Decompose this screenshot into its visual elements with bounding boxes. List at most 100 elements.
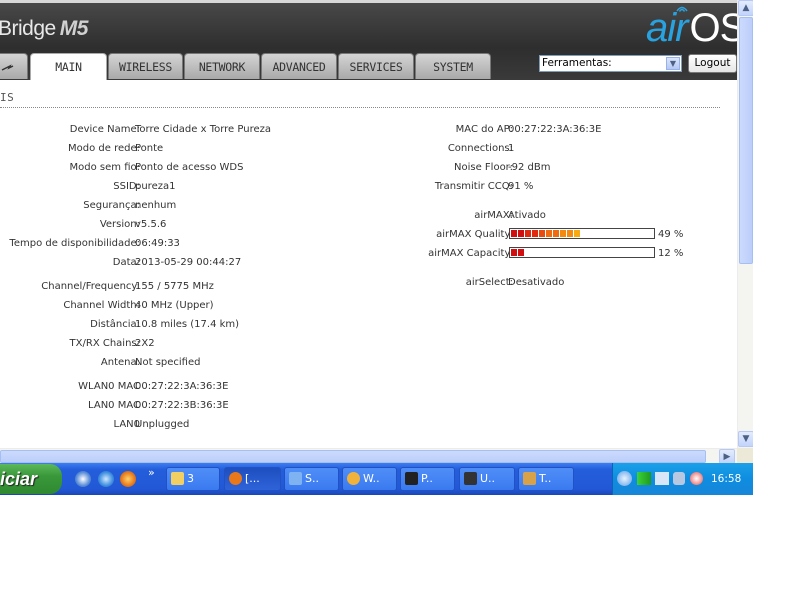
antenna-value: Not specified bbox=[135, 357, 201, 368]
taskbar-item-folder[interactable]: 3 bbox=[166, 467, 220, 491]
tools-dropdown[interactable]: Ferramentas: ▼ bbox=[539, 55, 682, 72]
volume-icon[interactable] bbox=[673, 472, 685, 485]
tab-wireless[interactable]: WIRELESS bbox=[108, 53, 183, 79]
level-segment bbox=[518, 249, 524, 256]
airmax-capacity-label: airMAX Capacity: bbox=[428, 248, 513, 259]
taskbar-item-media[interactable]: W.. bbox=[342, 467, 397, 491]
wlan0-mac-value: 00:27:22:3A:36:3E bbox=[135, 381, 229, 392]
noise-floor-label: Noise Floor: bbox=[454, 162, 513, 173]
main-tabs: MAIN WIRELESS NETWORK ADVANCED SERVICES … bbox=[0, 52, 500, 80]
taskbar-item-terminal[interactable]: U.. bbox=[459, 467, 515, 491]
ap-mac-label: MAC do AP: bbox=[455, 124, 513, 135]
level-segment bbox=[518, 230, 524, 237]
airmax-capacity-bar bbox=[509, 247, 655, 258]
network-mode-value: Ponte bbox=[135, 143, 164, 154]
airmax-capacity-percent: 12 % bbox=[658, 248, 684, 259]
firefox-icon bbox=[229, 472, 242, 485]
document-icon bbox=[289, 472, 302, 485]
tab-main[interactable]: MAIN bbox=[30, 53, 107, 80]
console-icon bbox=[405, 472, 418, 485]
clock[interactable]: 16:58 bbox=[711, 473, 741, 485]
quicklaunch-firefox-icon[interactable] bbox=[120, 471, 136, 487]
section-divider bbox=[0, 107, 720, 108]
horizontal-scroll-thumb[interactable] bbox=[0, 450, 706, 463]
airmax-quality-bar bbox=[509, 228, 655, 239]
tab-network[interactable]: NETWORK bbox=[184, 53, 260, 79]
task-label: T.. bbox=[539, 472, 552, 485]
task-label: [... bbox=[245, 472, 260, 485]
wireless-mode-value: Ponto de acesso WDS bbox=[135, 162, 244, 173]
section-title: IS bbox=[0, 91, 15, 104]
level-segment bbox=[525, 230, 531, 237]
header-top-border bbox=[0, 0, 737, 3]
media-icon bbox=[347, 472, 360, 485]
task-label: 3 bbox=[187, 472, 194, 485]
horizontal-scrollbar[interactable]: ▶ bbox=[0, 448, 737, 464]
wireless-mode-label: Modo sem fio: bbox=[69, 162, 140, 173]
tray-expand-icon[interactable] bbox=[617, 471, 632, 486]
airmax-quality-label: airMAX Quality: bbox=[436, 229, 513, 240]
quicklaunch-ie-icon[interactable] bbox=[98, 471, 114, 487]
taskbar-item-document[interactable]: S.. bbox=[284, 467, 339, 491]
tab-ubnt-logo[interactable] bbox=[0, 53, 28, 79]
ap-mac-value: 00:27:22:3A:36:3E bbox=[508, 124, 602, 135]
lan0-mac-value: 00:27:22:3B:36:3E bbox=[135, 400, 229, 411]
date-value: 2013-05-29 00:44:27 bbox=[135, 257, 242, 268]
product-model: M5 bbox=[59, 17, 89, 40]
start-button[interactable]: iciar bbox=[0, 464, 62, 494]
logout-button[interactable]: Logout bbox=[688, 54, 737, 73]
security-alert-icon[interactable] bbox=[690, 472, 703, 485]
txrx-chains-label: TX/RX Chains: bbox=[69, 338, 140, 349]
scroll-right-icon[interactable]: ▶ bbox=[719, 449, 735, 464]
signal-strength-icon[interactable] bbox=[637, 472, 651, 485]
device-name-label: Device Name: bbox=[69, 124, 140, 135]
airselect-value: Desativado bbox=[508, 277, 565, 288]
channel-frequency-label: Channel/Frequency: bbox=[41, 281, 140, 292]
taskbar-item-console[interactable]: P.. bbox=[400, 467, 455, 491]
quicklaunch-settings-icon[interactable] bbox=[75, 471, 91, 487]
scroll-up-icon[interactable]: ▲ bbox=[738, 0, 753, 16]
tools-selected-value: Ferramentas: bbox=[542, 57, 612, 69]
tab-advanced[interactable]: ADVANCED bbox=[261, 53, 337, 79]
folder-icon bbox=[171, 472, 184, 485]
channel-frequency-value: 155 / 5775 MHz bbox=[135, 281, 214, 292]
wlan0-mac-label: WLAN0 MAC bbox=[78, 381, 140, 392]
channel-width-value: 40 MHz (Upper) bbox=[135, 300, 214, 311]
vertical-scroll-thumb[interactable] bbox=[739, 17, 753, 264]
network-icon[interactable] bbox=[655, 472, 669, 485]
logo-air: air bbox=[646, 6, 688, 50]
product-name: Bridge M5 bbox=[0, 17, 88, 41]
level-segment bbox=[532, 230, 538, 237]
level-segment bbox=[567, 230, 573, 237]
task-label: S.. bbox=[305, 472, 319, 485]
level-segment bbox=[546, 230, 552, 237]
version-value: v5.5.6 bbox=[135, 219, 167, 230]
lan0-mac-label: LAN0 MAC bbox=[88, 400, 140, 411]
distance-value: 10.8 miles (17.4 km) bbox=[135, 319, 240, 330]
txrx-chains-value: 2X2 bbox=[135, 338, 155, 349]
task-label: P.. bbox=[421, 472, 433, 485]
noise-floor-value: -92 dBm bbox=[508, 162, 551, 173]
antenna-logo-icon bbox=[1, 64, 14, 71]
version-label: Version: bbox=[99, 219, 140, 230]
distance-label: Distância: bbox=[90, 319, 140, 330]
level-segment bbox=[574, 230, 580, 237]
task-label: U.. bbox=[480, 472, 496, 485]
network-mode-label: Modo de rede: bbox=[68, 143, 140, 154]
level-segment bbox=[511, 249, 517, 256]
taskbar-item-app[interactable]: T.. bbox=[518, 467, 574, 491]
connections-label: Connections: bbox=[447, 143, 513, 154]
chevron-down-icon[interactable]: ▼ bbox=[666, 57, 680, 70]
tab-system[interactable]: SYSTEM bbox=[415, 53, 491, 79]
tab-services[interactable]: SERVICES bbox=[338, 53, 414, 79]
taskbar-item-firefox[interactable]: [... bbox=[224, 467, 281, 491]
browser-viewport: Bridge M5 airOS MAIN WIRELESS NETWORK ADV… bbox=[0, 0, 753, 495]
quicklaunch-overflow-icon[interactable]: » bbox=[148, 466, 155, 479]
lan0-value: Unplugged bbox=[135, 419, 190, 430]
level-segment bbox=[511, 230, 517, 237]
ssid-value: pureza1 bbox=[135, 181, 176, 192]
product-label: Bridge bbox=[0, 17, 56, 40]
vertical-scrollbar[interactable]: ▲ ▼ bbox=[737, 0, 753, 448]
scroll-down-icon[interactable]: ▼ bbox=[738, 431, 753, 447]
device-name-value: Torre Cidade x Torre Pureza bbox=[135, 124, 271, 135]
